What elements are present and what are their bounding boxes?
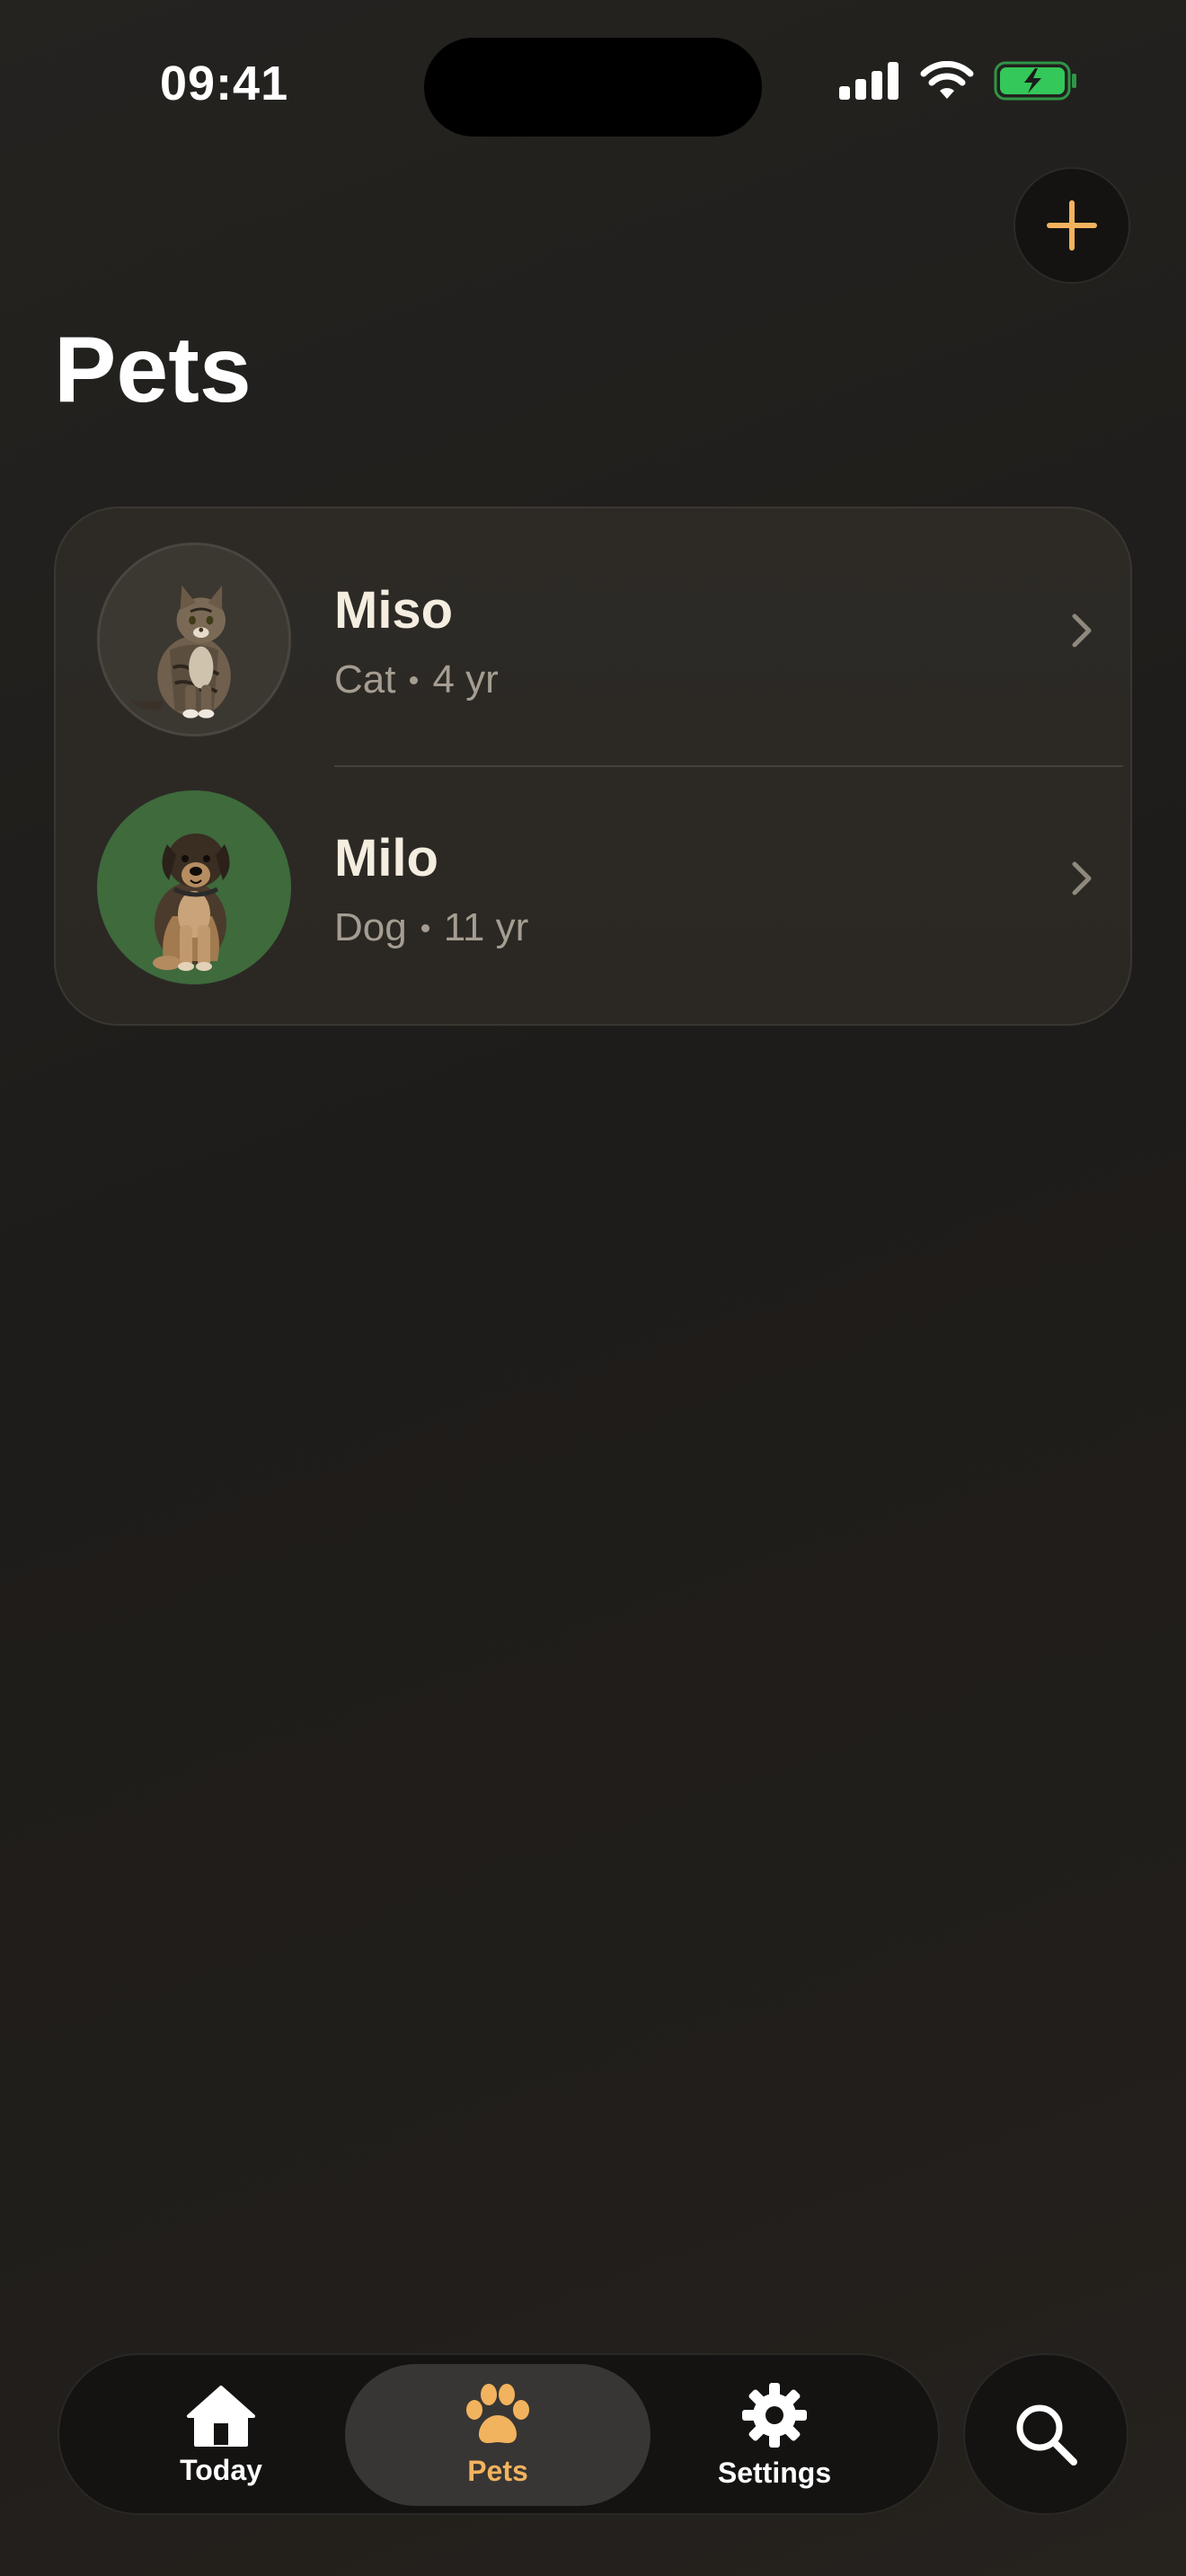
pet-species: Dog xyxy=(334,905,407,949)
tab-label: Today xyxy=(180,2453,262,2486)
battery-charging-icon xyxy=(994,61,1076,101)
cat-photo xyxy=(131,585,231,719)
status-time: 09:41 xyxy=(160,57,289,110)
chevron-right-icon xyxy=(1072,613,1092,648)
wifi-icon xyxy=(920,61,974,99)
search-icon xyxy=(1016,2404,1077,2466)
pet-name: Miso xyxy=(334,581,454,640)
add-pet-button[interactable] xyxy=(1013,167,1130,284)
pet-age: 4 yr xyxy=(432,657,499,701)
pet-avatar xyxy=(97,790,291,984)
plus-icon xyxy=(1047,200,1097,251)
pet-details: Dog 11 yr xyxy=(334,905,528,950)
separator-dot xyxy=(410,675,419,684)
pet-avatar xyxy=(97,543,291,737)
search-button[interactable] xyxy=(963,2353,1128,2515)
tab-bar: Today Pets Settings xyxy=(58,2353,940,2515)
dynamic-island xyxy=(424,38,762,137)
tab-today[interactable]: Today xyxy=(113,2364,329,2506)
tab-settings[interactable]: Settings xyxy=(667,2364,882,2506)
pet-age: 11 yr xyxy=(443,905,529,949)
pet-row-miso[interactable]: Miso Cat 4 yr xyxy=(56,508,1130,756)
pet-name: Milo xyxy=(334,829,438,887)
tab-pets[interactable]: Pets xyxy=(345,2364,651,2506)
pet-details: Cat 4 yr xyxy=(334,657,499,702)
chevron-right-icon xyxy=(1072,861,1092,895)
pet-row-milo[interactable]: Milo Dog 11 yr xyxy=(56,756,1130,1004)
signal-icon xyxy=(839,62,898,100)
page-title: Pets xyxy=(54,318,252,422)
house-icon xyxy=(187,2385,255,2447)
tab-label: Settings xyxy=(717,2456,832,2489)
tab-label: Pets xyxy=(467,2454,528,2487)
separator-dot xyxy=(420,923,429,932)
pet-species: Cat xyxy=(334,657,396,701)
pets-list: Miso Cat 4 yr Milo Dog 11 yr xyxy=(54,507,1132,1026)
gear-icon xyxy=(742,2382,807,2448)
paw-icon xyxy=(466,2383,529,2443)
status-icons xyxy=(839,61,1078,101)
dog-photo xyxy=(153,834,230,971)
